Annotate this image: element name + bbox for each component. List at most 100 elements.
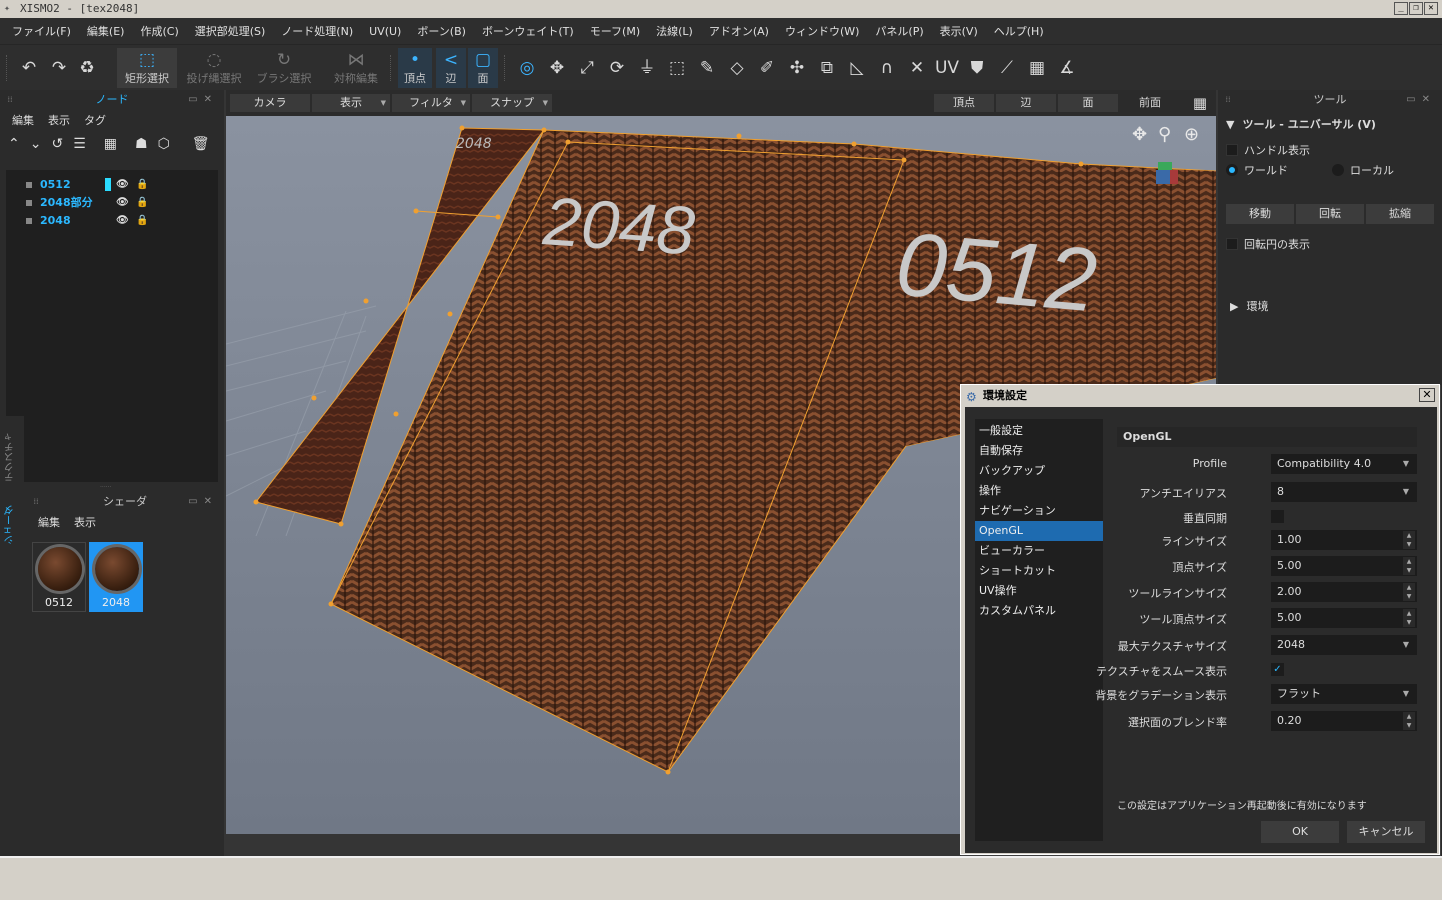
maximize-button[interactable]: ❐ bbox=[1409, 2, 1423, 15]
select-all-button[interactable]: ⬚ bbox=[664, 48, 690, 88]
close-dialog-button[interactable]: ✕ bbox=[1419, 388, 1435, 402]
uv-tool-button[interactable]: UV bbox=[934, 48, 960, 88]
measure-tool-button[interactable]: ∡ bbox=[1054, 48, 1080, 88]
menu-edit[interactable]: 編集(E) bbox=[87, 23, 133, 39]
trash-icon[interactable]: 🗑 bbox=[192, 136, 210, 152]
close-window-button[interactable]: ✕ bbox=[1424, 2, 1438, 15]
radio-off[interactable] bbox=[1332, 164, 1344, 176]
panel-buttons[interactable]: ▭✕ bbox=[188, 492, 218, 512]
menu-help[interactable]: ヘルプ(H) bbox=[994, 23, 1052, 39]
display-dropdown[interactable]: 表示 ▼ bbox=[312, 94, 390, 112]
orbit-icon[interactable]: ⊕ bbox=[1184, 124, 1199, 145]
tool-section-header[interactable]: ▼ ツール - ユニバーサル (V) bbox=[1226, 116, 1376, 132]
local-radio[interactable]: ローカル bbox=[1332, 162, 1394, 178]
view-cube-icon[interactable]: ▦ bbox=[1188, 94, 1212, 112]
menu-create[interactable]: 作成(C) bbox=[140, 23, 186, 39]
lock-icon[interactable]: 🔒 bbox=[136, 212, 148, 230]
brush-select-button[interactable]: ↻ ブラシ選択 bbox=[254, 48, 314, 88]
edge-view-button[interactable]: 辺 bbox=[996, 94, 1056, 112]
menu-addon[interactable]: アドオン(A) bbox=[709, 23, 777, 39]
rotate-tool-button[interactable]: ⟳ bbox=[604, 48, 630, 88]
refresh-icon[interactable]: ↺ bbox=[51, 136, 63, 152]
shader-menu-edit[interactable]: 編集 bbox=[38, 512, 60, 534]
vertex-size-spinbox[interactable]: 5.00 ▲ ▼ bbox=[1271, 556, 1417, 576]
menu-window[interactable]: ウィンドウ(W) bbox=[785, 23, 867, 39]
category-navigation[interactable]: ナビゲーション bbox=[975, 501, 1103, 521]
node-menu-view[interactable]: 表示 bbox=[48, 110, 70, 132]
category-autosave[interactable]: 自動保存 bbox=[975, 441, 1103, 461]
eye-icon[interactable]: 👁 bbox=[116, 176, 129, 194]
shader-thumb[interactable]: 0512 bbox=[32, 542, 86, 612]
node-item[interactable]: 0512 👁 🔒 bbox=[6, 176, 218, 194]
spin-arrows-icon[interactable]: ▲ ▼ bbox=[1403, 583, 1415, 601]
spin-arrows-icon[interactable]: ▲ ▼ bbox=[1403, 609, 1415, 627]
menu-normal[interactable]: 法線(L) bbox=[656, 23, 701, 39]
reload-button[interactable]: ♻ bbox=[76, 48, 98, 88]
menu-node[interactable]: ノード処理(N) bbox=[281, 23, 361, 39]
menu-selection[interactable]: 選択部処理(S) bbox=[195, 23, 274, 39]
people-icon[interactable]: ☗ bbox=[135, 136, 148, 152]
rect-select-button[interactable]: ⬚ 矩形選択 bbox=[117, 48, 177, 88]
world-tool-button[interactable]: ◎ bbox=[514, 48, 540, 88]
extrude-tool-button[interactable]: ⧉ bbox=[814, 48, 840, 88]
menu-file[interactable]: ファイル(F) bbox=[12, 23, 79, 39]
undo-button[interactable]: ↶ bbox=[18, 48, 40, 88]
world-radio[interactable]: ワールド bbox=[1226, 162, 1288, 178]
spin-arrows-icon[interactable]: ▲ ▼ bbox=[1403, 531, 1415, 549]
radio-on[interactable] bbox=[1226, 164, 1238, 176]
antialias-dropdown[interactable]: 8 ▼ bbox=[1271, 482, 1417, 502]
smooth-texture-checkbox[interactable]: ✓ bbox=[1271, 663, 1284, 676]
category-opengl[interactable]: OpenGL bbox=[975, 521, 1103, 541]
tool-line-size-spinbox[interactable]: 2.00 ▲ ▼ bbox=[1271, 582, 1417, 602]
shader-thumb[interactable]: 2048 bbox=[89, 542, 143, 612]
grip-icon[interactable]: ⁞⁞ bbox=[32, 498, 40, 506]
rotation-circle-checkbox[interactable]: 回転円の表示 bbox=[1226, 236, 1310, 252]
category-backup[interactable]: バックアップ bbox=[975, 461, 1103, 481]
smudge-tool-button[interactable]: ⟋ bbox=[994, 48, 1020, 88]
camera-menu[interactable]: カメラ bbox=[230, 94, 310, 112]
grid-icon[interactable]: ▦ bbox=[104, 136, 117, 152]
lock-icon[interactable]: 🔒 bbox=[136, 194, 148, 212]
node-item[interactable]: 2048部分 👁 🔒 bbox=[6, 194, 218, 212]
category-shortcut[interactable]: ショートカット bbox=[975, 561, 1103, 581]
bevel-tool-button[interactable]: ◺ bbox=[844, 48, 870, 88]
front-view-button[interactable]: 前面 bbox=[1120, 94, 1180, 112]
eye-icon[interactable]: 👁 bbox=[116, 212, 129, 230]
menu-bone[interactable]: ボーン(B) bbox=[417, 23, 474, 39]
profile-dropdown[interactable]: Compatibility 4.0 ▼ bbox=[1271, 454, 1417, 474]
tab-texture[interactable]: テクスチャ bbox=[3, 426, 21, 488]
menu-panel[interactable]: パネル(P) bbox=[875, 23, 931, 39]
pivot-tool-button[interactable]: ⏚ bbox=[634, 48, 660, 88]
node-menu-tag[interactable]: タグ bbox=[84, 110, 106, 132]
redo-button[interactable]: ↷ bbox=[48, 48, 70, 88]
minimize-button[interactable]: _ bbox=[1394, 2, 1408, 15]
vertex-mode-button[interactable]: • 頂点 bbox=[398, 48, 432, 88]
menu-view[interactable]: 表示(V) bbox=[940, 23, 986, 39]
grip-icon[interactable]: ⁞⁞ bbox=[1224, 96, 1232, 104]
cancel-button[interactable]: キャンセル bbox=[1347, 821, 1425, 843]
bend-tool-button[interactable]: ∩ bbox=[874, 48, 900, 88]
snap-dropdown[interactable]: スナップ ▼ bbox=[472, 94, 552, 112]
line-size-spinbox[interactable]: 1.00 ▲ ▼ bbox=[1271, 530, 1417, 550]
chevron-down-icon[interactable]: ⌄ bbox=[30, 136, 42, 152]
rotate-button[interactable]: 回転 bbox=[1296, 204, 1364, 224]
tool-vertex-size-spinbox[interactable]: 5.00 ▲ ▼ bbox=[1271, 608, 1417, 628]
filter-dropdown[interactable]: フィルタ ▼ bbox=[392, 94, 470, 112]
move-button[interactable]: 移動 bbox=[1226, 204, 1294, 224]
category-operation[interactable]: 操作 bbox=[975, 481, 1103, 501]
symmetry-edit-button[interactable]: ⋈ 対称編集 bbox=[328, 48, 384, 88]
paint-tool-button[interactable]: ⛊ bbox=[964, 48, 990, 88]
category-view-color[interactable]: ビューカラー bbox=[975, 541, 1103, 561]
scale-tool-button[interactable]: ⤢ bbox=[574, 48, 600, 88]
checkbox[interactable] bbox=[1226, 144, 1238, 156]
handle-display-checkbox[interactable]: ハンドル表示 bbox=[1226, 142, 1310, 158]
blend-rate-spinbox[interactable]: 0.20 ▲ ▼ bbox=[1271, 711, 1417, 731]
pen-tool-button[interactable]: ✎ bbox=[694, 48, 720, 88]
node-menu-edit[interactable]: 編集 bbox=[12, 110, 34, 132]
panel-buttons[interactable]: ▭✕ bbox=[1406, 90, 1436, 110]
checkbox[interactable] bbox=[1226, 238, 1238, 250]
lasso-select-button[interactable]: ◌ 投げ縄選択 bbox=[184, 48, 244, 88]
scale-button[interactable]: 拡縮 bbox=[1366, 204, 1434, 224]
environment-section[interactable]: ▶ 環境 bbox=[1230, 298, 1268, 314]
nav-gizmo[interactable]: ✥ ⚲ ⊕ bbox=[1132, 124, 1199, 145]
